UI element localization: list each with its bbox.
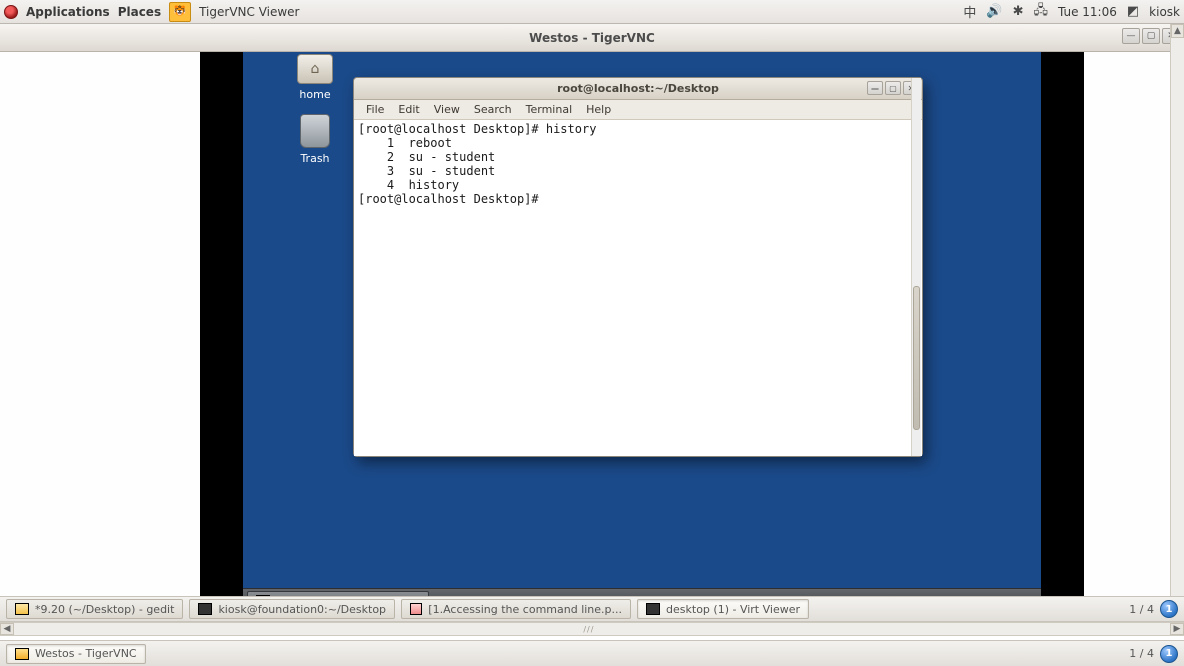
host-taskbar-lower: Westos - TigerVNC 1 / 4 1 xyxy=(0,640,1184,666)
task-virt-viewer[interactable]: desktop (1) - Virt Viewer xyxy=(637,599,809,619)
home-label: home xyxy=(285,88,345,101)
top-panel: Applications Places 🐯 TigerVNC Viewer 中 … xyxy=(0,0,1184,24)
task-terminal-label: kiosk@foundation0:~/Desktop xyxy=(218,603,386,616)
terminal-scrollbar[interactable] xyxy=(911,78,921,456)
workspace-switcher-icon[interactable]: 1 xyxy=(1160,600,1178,618)
menu-edit[interactable]: Edit xyxy=(392,101,425,118)
terminal-maximize-button[interactable]: ▢ xyxy=(885,81,901,95)
host-horizontal-scrollbar[interactable]: ◀ /// ▶ xyxy=(0,622,1184,636)
tigervnc-app-icon[interactable]: 🐯 xyxy=(169,2,191,22)
menu-search[interactable]: Search xyxy=(468,101,518,118)
tigervnc-icon xyxy=(15,648,29,660)
host-taskbar-upper: *9.20 (~/Desktop) - gedit kiosk@foundati… xyxy=(0,596,1184,622)
user-menu[interactable]: kiosk xyxy=(1149,5,1180,19)
task-tigervnc[interactable]: Westos - TigerVNC xyxy=(6,644,146,664)
input-method-icon[interactable]: 中 xyxy=(963,2,976,21)
user-icon[interactable]: ◩ xyxy=(1127,4,1139,19)
applications-menu[interactable]: Applications xyxy=(26,5,110,19)
places-menu[interactable]: Places xyxy=(118,5,161,19)
scroll-left-icon[interactable]: ◀ xyxy=(0,623,14,635)
terminal-titlebar[interactable]: root@localhost:~/Desktop — ▢ ✕ xyxy=(354,78,922,100)
volume-icon[interactable]: 🔊 xyxy=(986,4,1002,19)
terminal-menubar: File Edit View Search Terminal Help xyxy=(354,100,922,120)
terminal-body[interactable]: [root@localhost Desktop]# history 1 rebo… xyxy=(354,120,922,456)
terminal-title: root@localhost:~/Desktop xyxy=(557,82,719,95)
vnc-titlebar[interactable]: Westos - TigerVNC — ▢ ✕ xyxy=(0,24,1184,52)
clock[interactable]: Tue 11:06 xyxy=(1058,5,1117,19)
vnc-vertical-scrollbar[interactable]: ▲ ▼ xyxy=(1170,24,1184,634)
task-terminal[interactable]: kiosk@foundation0:~/Desktop xyxy=(189,599,395,619)
task-pdf[interactable]: [1.Accessing the command line.p... xyxy=(401,599,631,619)
pdf-icon xyxy=(410,603,422,615)
vnc-title: Westos - TigerVNC xyxy=(529,31,655,45)
hscroll-grip-icon[interactable]: /// xyxy=(569,625,609,633)
terminal-minimize-button[interactable]: — xyxy=(867,81,883,95)
task-virt-viewer-label: desktop (1) - Virt Viewer xyxy=(666,603,800,616)
vnc-viewer-window: Westos - TigerVNC — ▢ ✕ ⌂ home Trash xyxy=(0,24,1184,634)
home-icon: ⌂ xyxy=(297,54,333,84)
task-gedit-label: *9.20 (~/Desktop) - gedit xyxy=(35,603,174,616)
task-pdf-label: [1.Accessing the command line.p... xyxy=(428,603,622,616)
menu-view[interactable]: View xyxy=(428,101,466,118)
virt-viewer-icon xyxy=(646,603,660,615)
terminal-scroll-thumb[interactable] xyxy=(913,286,920,430)
host-workspace-indicator-1[interactable]: 1 / 4 xyxy=(1129,603,1154,616)
hscroll-track[interactable]: /// xyxy=(14,624,1170,634)
vnc-letterbox-left xyxy=(200,52,243,612)
workspace-switcher-icon-2[interactable]: 1 xyxy=(1160,645,1178,663)
terminal-window: root@localhost:~/Desktop — ▢ ✕ File Edit… xyxy=(353,77,923,457)
home-desktop-icon[interactable]: ⌂ home xyxy=(285,54,345,101)
task-gedit[interactable]: *9.20 (~/Desktop) - gedit xyxy=(6,599,183,619)
network-icon[interactable]: 🖧 xyxy=(1033,1,1048,23)
maximize-button[interactable]: ▢ xyxy=(1142,28,1160,44)
host-workspace-indicator-2[interactable]: 1 / 4 xyxy=(1129,647,1154,660)
active-app-label: TigerVNC Viewer xyxy=(199,5,299,19)
minimize-button[interactable]: — xyxy=(1122,28,1140,44)
vnc-letterbox-right xyxy=(1041,52,1084,612)
remote-desktop[interactable]: ⌂ home Trash root@localhost:~/Desktop — … xyxy=(243,52,1041,612)
trash-label: Trash xyxy=(285,152,345,165)
vnc-body: ⌂ home Trash root@localhost:~/Desktop — … xyxy=(0,52,1184,634)
menu-help[interactable]: Help xyxy=(580,101,617,118)
gedit-icon xyxy=(15,603,29,615)
menu-terminal[interactable]: Terminal xyxy=(520,101,579,118)
task-tigervnc-label: Westos - TigerVNC xyxy=(35,647,137,660)
terminal-icon xyxy=(198,603,212,615)
bluetooth-icon[interactable]: ✱ xyxy=(1013,4,1024,19)
scroll-right-icon[interactable]: ▶ xyxy=(1170,623,1184,635)
distro-logo-icon xyxy=(4,5,18,19)
scroll-up-icon[interactable]: ▲ xyxy=(1171,24,1184,38)
menu-file[interactable]: File xyxy=(360,101,390,118)
trash-desktop-icon[interactable]: Trash xyxy=(285,114,345,165)
trash-icon xyxy=(300,114,330,148)
